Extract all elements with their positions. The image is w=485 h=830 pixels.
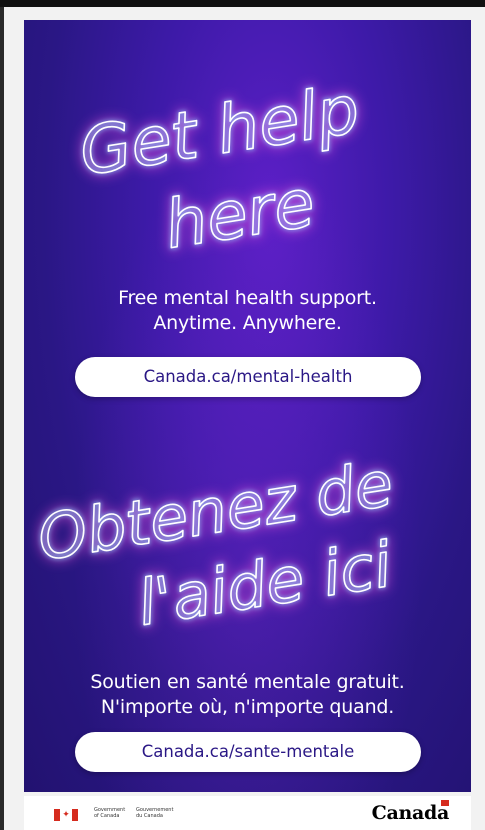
tagline-fr-line1: Soutien en santé mentale gratuit. (90, 671, 405, 693)
tagline-en-line2: Anytime. Anywhere. (153, 312, 342, 334)
canada-flag-icon: ✦ (54, 809, 78, 821)
mental-health-poster: Get help Get help Get help here here her… (24, 20, 471, 792)
top-border (0, 0, 485, 7)
mental-health-link-button[interactable]: Canada.ca/mental-health (75, 357, 421, 397)
page: Get help Get help Get help here here her… (0, 0, 485, 830)
government-footer: ✦ Government of Canada Gouvernement du C… (24, 796, 471, 830)
svg-text:here: here (159, 164, 319, 264)
gouvernement-du-canada-label: Gouvernement du Canada (136, 807, 174, 819)
headline-en-line1: Get help Get help Get help (71, 67, 368, 194)
left-border (0, 7, 4, 830)
tagline-en: Free mental health support. Anytime. Any… (24, 286, 471, 336)
tagline-fr: Soutien en santé mentale gratuit. N'impo… (24, 670, 471, 720)
sante-mentale-link-button[interactable]: Canada.ca/sante-mentale (75, 732, 421, 772)
headline-en-line2: here here here (156, 161, 323, 268)
maple-leaf-icon: ✦ (62, 810, 70, 820)
government-of-canada-label: Government of Canada (94, 807, 126, 819)
svg-text:Get help: Get help (74, 71, 364, 191)
tagline-en-line1: Free mental health support. (118, 287, 377, 309)
tagline-fr-line2: N'importe où, n'importe quand. (100, 696, 395, 718)
canada-wordmark: Canada (371, 802, 450, 824)
